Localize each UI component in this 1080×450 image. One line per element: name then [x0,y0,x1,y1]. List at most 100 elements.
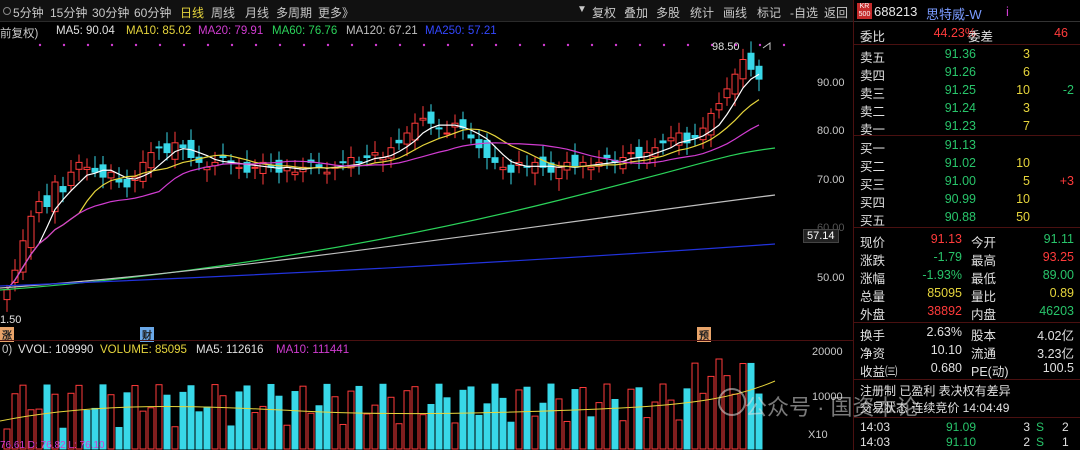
tool-mark[interactable]: 标记 [757,4,781,21]
signal-dot [566,43,570,47]
vol-axis-unit: X10 [808,429,828,441]
candle-body [603,154,611,158]
candle-body [363,155,371,158]
order-ratio-row: 委比 44.23% 委差 46 [854,26,1080,44]
stat-value: 89.00 [1042,268,1074,282]
volume-bar [211,384,219,450]
stat-label: 股本 [971,329,997,343]
tool-draw[interactable]: 画线 [723,4,747,21]
asks-row[interactable]: 卖一 91.23 7 [854,119,1080,137]
signal-dot [110,43,114,47]
bids-row[interactable]: 买四 90.99 10 [854,192,1080,210]
ma250-label: MA250: 57.21 [425,25,497,37]
period-5min[interactable]: 5分钟 [13,4,44,21]
volume-bar [323,383,331,450]
volume-bar [659,383,667,450]
stat-label: PE(动) [971,365,1009,379]
period-daily[interactable]: 日线 [180,4,204,21]
stock-code[interactable]: 688213 [874,4,917,19]
period-weekly[interactable]: 周线 [211,4,235,21]
vol-axis-tick: 20000 [812,346,843,358]
volume-bar [531,415,539,450]
candle-body [251,166,259,169]
ma5-label: MA5: 90.04 [56,25,115,37]
ma20-line [6,124,760,291]
wechat-icon [718,388,746,416]
level-label: 买二 [860,160,886,174]
stat-label: 涨幅 [860,272,886,286]
volume-bar [483,403,491,450]
ma-legend: 前复权) MA5: 90.04 MA10: 85.02 MA20: 79.91 … [0,22,853,40]
period-60min[interactable]: 60分钟 [134,4,171,21]
stat-value: -1.79 [933,250,963,264]
period-multi[interactable]: 多周期 [276,4,312,21]
period-more[interactable]: 更多》 [318,4,354,21]
volume-bar [275,395,283,450]
period-monthly[interactable]: 月线 [245,4,269,21]
candle-body [491,157,499,163]
volume-bar [379,383,387,450]
tool-back[interactable]: 返回 [824,4,848,21]
volume-bar [459,389,467,450]
tick-price: 91.09 [945,420,976,434]
divider [854,417,1080,418]
volume-bar [395,423,403,450]
ma10-label: MA10: 85.02 [126,25,192,37]
volume-bar [291,391,299,450]
stat-label: 流通 [971,347,997,361]
signal-dot [38,43,42,47]
candle-body [739,59,747,80]
tool-adjust[interactable]: 复权 [592,4,616,21]
stat-value: 91.13 [930,232,962,246]
volume-bar [427,403,435,450]
volume-bar [243,385,251,450]
trading-status: 交易状态 连续竞价 14:04:49 [860,401,1010,415]
candle-body [355,161,363,164]
volume-bar [499,397,507,450]
chevron-down-icon[interactable]: ▼ [577,4,587,15]
stat-value: 85095 [927,286,962,300]
candle-body [531,161,539,174]
signal-dot [206,43,210,47]
stat-label: 净资 [860,347,886,361]
candle-body [723,88,731,99]
level-change: -2 [1062,83,1074,97]
volume-bar [555,398,563,450]
volume-bar [523,386,531,450]
candle-body [371,152,379,156]
asks-row[interactable]: 卖五 91.36 3 [854,47,1080,65]
volume-bar [219,395,227,450]
tool-stats[interactable]: 统计 [690,4,714,21]
candle-body [403,132,411,145]
asks-row[interactable]: 卖三 91.25 10 -2 [854,83,1080,101]
tool-watchlist[interactable]: -自选 [790,4,818,21]
asks-row[interactable]: 卖二 91.24 3 [854,101,1080,119]
stat-value: 38892 [927,304,962,318]
volume-bar [675,419,683,450]
asks-row[interactable]: 卖四 91.26 6 [854,65,1080,83]
period-30min[interactable]: 30分钟 [92,4,129,21]
candle-body [659,140,667,144]
stat-label: 涨跌 [860,254,886,268]
signal-dot [470,43,474,47]
volume-bar [347,390,355,450]
radio-icon[interactable] [3,7,11,15]
stat-label: 现价 [860,236,886,250]
tool-multi-stock[interactable]: 多股 [656,4,680,21]
signal-dot [398,43,402,47]
tool-overlay[interactable]: 叠加 [624,4,648,21]
bids-row[interactable]: 买一 91.13 [854,138,1080,156]
period-15min[interactable]: 15分钟 [50,4,87,21]
volume-bar [267,383,275,450]
divider [854,44,1080,45]
bids-row[interactable]: 买三 91.00 5 +3 [854,174,1080,192]
candle-body [75,161,83,170]
candlestick-chart[interactable]: 90.00 80.00 70.00 60.00 50.00 57.14 98.5… [0,40,853,342]
volume-bar [507,421,515,450]
bids-row[interactable]: 买五 90.88 50 [854,210,1080,228]
market-badge: KR 500 [857,3,872,19]
stock-name[interactable]: 思特威-W [926,4,982,23]
candle-body [467,134,475,139]
bids-row[interactable]: 买二 91.02 10 [854,156,1080,174]
level-label: 卖五 [860,51,886,65]
